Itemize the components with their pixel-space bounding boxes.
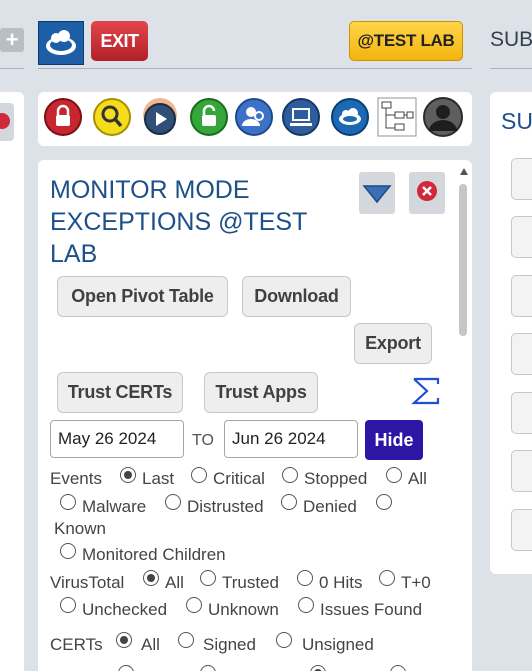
events-monitored-children-radio[interactable] <box>60 543 76 559</box>
virustotal-issues-found-radio[interactable] <box>298 597 314 613</box>
events-distrusted-label: Distrusted <box>187 497 264 516</box>
right-panel-button[interactable] <box>511 450 532 492</box>
users-icon[interactable] <box>234 97 274 137</box>
events-critical-radio[interactable] <box>191 467 207 483</box>
test-lab-button[interactable]: @TEST LAB <box>349 21 463 61</box>
right-panel-button[interactable] <box>511 392 532 434</box>
virustotal-unknown-radio[interactable] <box>186 597 202 613</box>
virustotal-t0-label: T+0 <box>401 573 431 592</box>
virustotal-trusted-radio[interactable] <box>200 570 216 586</box>
more-options-radio[interactable] <box>310 665 326 671</box>
virustotal-0-hits-label: 0 Hits <box>319 573 363 592</box>
certs-signed-label: Signed <box>203 635 256 654</box>
virustotal-t0-radio[interactable] <box>379 570 395 586</box>
events-label: Events <box>50 469 102 488</box>
events-all-label: All <box>408 469 427 488</box>
panel-title: MONITOR MODE EXCEPTIONS @TEST LAB <box>50 176 307 268</box>
close-icon[interactable] <box>0 103 14 141</box>
right-section-title: SU <box>501 108 532 134</box>
events-last-radio[interactable] <box>120 467 136 483</box>
virustotal-label: VirusTotal <box>50 573 125 592</box>
trust-apps-button[interactable]: Trust Apps <box>204 372 318 413</box>
events-distrusted-radio[interactable] <box>165 494 181 510</box>
right-panel-title: SUB <box>490 28 532 51</box>
more-options-radio[interactable] <box>118 665 134 671</box>
virustotal-0-hits-radio[interactable] <box>297 570 313 586</box>
events-denied-radio[interactable] <box>281 494 297 510</box>
virustotal-unchecked-radio[interactable] <box>60 597 76 613</box>
events-known-radio[interactable] <box>376 494 392 510</box>
events-last-label: Last <box>142 469 175 488</box>
left-card <box>0 92 24 671</box>
divider <box>0 68 24 69</box>
virustotal-unchecked-label: Unchecked <box>82 600 168 619</box>
divider <box>38 68 472 69</box>
open-pivot-table-button[interactable]: Open Pivot Table <box>57 276 228 317</box>
cloud-logo-icon[interactable] <box>38 21 84 65</box>
cloud-icon[interactable] <box>330 97 370 137</box>
download-button[interactable]: Download <box>242 276 351 317</box>
filter-funnel-icon[interactable] <box>359 172 395 214</box>
virustotal-unknown-label: Unknown <box>208 600 279 619</box>
computer-icon[interactable] <box>281 97 321 137</box>
more-options-radio[interactable] <box>390 665 406 671</box>
search-icon[interactable] <box>92 97 132 137</box>
date-from-input[interactable]: May 26 2024 <box>50 420 184 458</box>
lock-icon[interactable] <box>43 97 83 137</box>
sigma-icon[interactable] <box>408 374 442 408</box>
right-panel-button[interactable] <box>511 333 532 375</box>
virustotal-all-radio[interactable] <box>143 570 159 586</box>
play-icon[interactable] <box>140 97 180 137</box>
scroll-up-arrow[interactable] <box>460 168 468 175</box>
right-panel-button[interactable] <box>511 509 532 551</box>
more-options-radio[interactable] <box>200 665 216 671</box>
certs-all-radio[interactable] <box>116 632 132 648</box>
user-avatar-icon[interactable] <box>423 97 463 137</box>
right-card: SU <box>490 92 532 574</box>
events-stopped-radio[interactable] <box>282 467 298 483</box>
date-to-input[interactable]: Jun 26 2024 <box>224 420 358 458</box>
certs-unsigned-label: Unsigned <box>302 635 374 654</box>
events-denied-label: Denied <box>303 497 357 516</box>
hierarchy-icon[interactable] <box>377 97 417 137</box>
trust-certs-button[interactable]: Trust CERTs <box>57 372 183 413</box>
virustotal-trusted-label: Trusted <box>222 573 280 592</box>
right-panel-button[interactable] <box>511 216 532 258</box>
certs-unsigned-radio[interactable] <box>276 632 292 648</box>
right-panel-button[interactable] <box>511 158 532 200</box>
virustotal-all-label: All <box>165 573 184 592</box>
events-stopped-label: Stopped <box>304 469 368 488</box>
certs-signed-radio[interactable] <box>178 632 194 648</box>
certs-all-label: All <box>141 635 160 654</box>
hide-button[interactable]: Hide <box>365 420 423 460</box>
exceptions-panel: MONITOR MODE EXCEPTIONS @TEST LAB Open P… <box>38 160 472 671</box>
virustotal-issues-found-label: Issues Found <box>320 600 423 619</box>
to-label: TO <box>192 432 214 449</box>
export-button[interactable]: Export <box>354 323 432 364</box>
divider <box>490 68 532 69</box>
events-monitored-children-label: Monitored Children <box>82 545 226 564</box>
exit-button[interactable]: EXIT <box>91 21 148 61</box>
events-malware-label: Malware <box>82 497 147 516</box>
events-critical-label: Critical <box>213 469 265 488</box>
certs-label: CERTs <box>50 635 103 654</box>
events-malware-radio[interactable] <box>60 494 76 510</box>
events-all-radio[interactable] <box>386 467 402 483</box>
events-known-label: Known <box>54 519 106 538</box>
icon-toolbar <box>38 92 472 146</box>
right-panel-button[interactable] <box>511 275 532 317</box>
scrollbar-thumb[interactable] <box>459 184 467 336</box>
plus-icon[interactable]: + <box>0 28 24 52</box>
left-panel: + <box>0 0 26 671</box>
close-icon[interactable] <box>409 172 445 214</box>
unlock-icon[interactable] <box>189 97 229 137</box>
